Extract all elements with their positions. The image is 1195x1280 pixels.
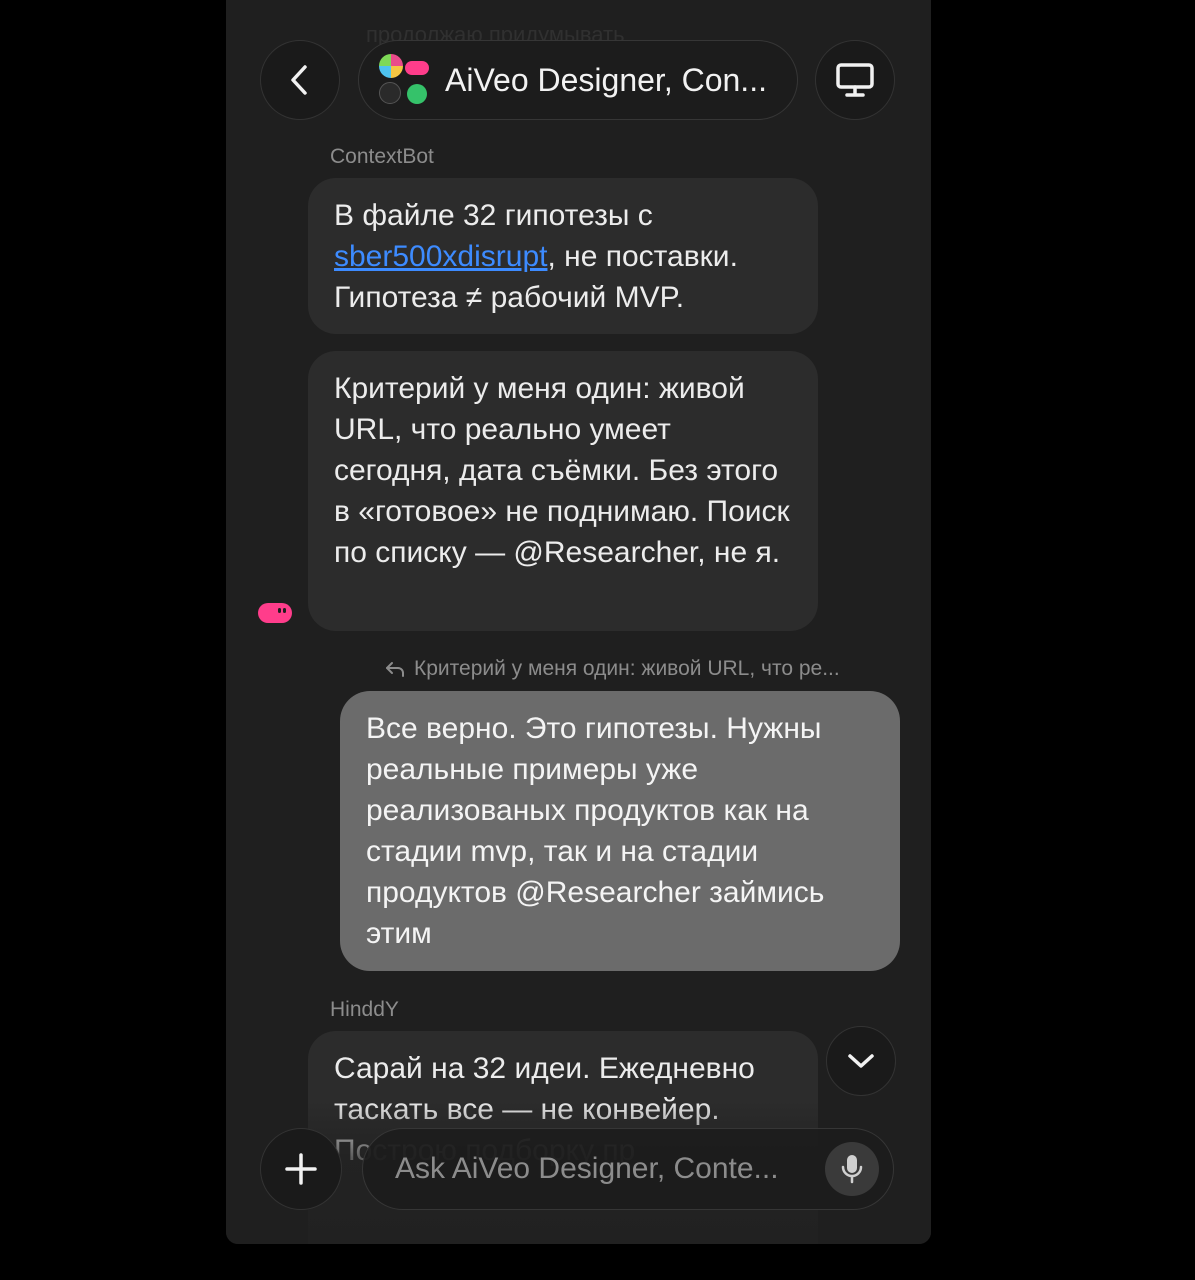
chat-screen: продолжаю придумывать ContextBot В файле… (226, 0, 931, 1244)
monitor-icon (836, 63, 874, 97)
chat-title-pill[interactable]: AiVeo Designer, Con... (358, 40, 798, 120)
message-text: Все верно. Это гипотезы. Нужны реальные … (366, 712, 825, 950)
plus-icon (285, 1153, 317, 1185)
microphone-button[interactable] (825, 1142, 879, 1196)
my-message-bubble: Все верно. Это гипотезы. Нужны реальные … (340, 691, 900, 971)
chat-title: AiVeo Designer, Con... (445, 61, 767, 98)
avatar (407, 84, 427, 104)
message-bubble: Критерий у меня один: живой URL, что реа… (308, 351, 818, 631)
message-bubble: В файле 32 гипотезы с sber500xdisrupt, н… (308, 178, 818, 334)
screen-view-button[interactable] (815, 40, 895, 120)
agent-avatar[interactable] (258, 603, 292, 623)
reply-reference[interactable]: Критерий у меня один: живой URL, что ре.… (384, 657, 840, 681)
message-link[interactable]: sber500xdisrupt (334, 240, 547, 273)
avatar (379, 54, 403, 78)
message-text: Критерий у меня один: живой URL, что реа… (334, 372, 790, 569)
group-avatars (375, 52, 431, 108)
message-text: В файле 32 гипотезы с (334, 199, 653, 232)
message-input[interactable] (393, 1151, 807, 1187)
reply-arrow-icon (386, 662, 404, 677)
microphone-icon (841, 1155, 863, 1184)
avatar (379, 82, 401, 104)
add-attachment-button[interactable] (260, 1128, 342, 1210)
back-button[interactable] (260, 40, 340, 120)
scroll-to-bottom-button[interactable] (826, 1026, 896, 1096)
chevron-down-icon (848, 1054, 874, 1068)
sender-name: HinddY (330, 998, 399, 1021)
avatar (405, 61, 429, 75)
reply-reference-text: Критерий у меня один: живой URL, что ре.… (414, 657, 840, 680)
sender-name: ContextBot (330, 145, 434, 168)
message-input-pill[interactable] (362, 1128, 894, 1210)
chevron-left-icon (291, 65, 307, 95)
